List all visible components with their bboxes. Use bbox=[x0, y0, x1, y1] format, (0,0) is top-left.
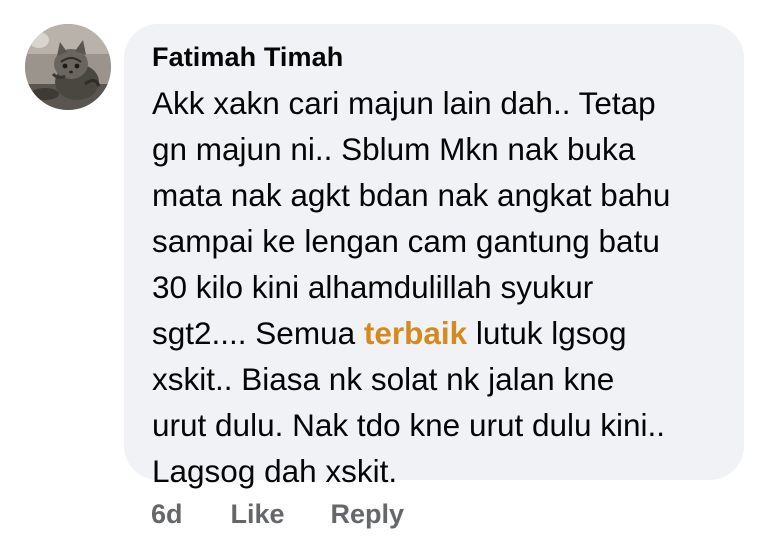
comment-line: Lagsog dah xskit. bbox=[152, 448, 724, 494]
like-button[interactable]: Like bbox=[231, 499, 285, 530]
comment: Fatimah Timah Akk xakn cari majun lain d… bbox=[0, 0, 768, 542]
comment-text-segment: 30 kilo kini alhamdulillah syukur bbox=[152, 269, 594, 305]
comment-text-segment: mata nak agkt bdan nak angkat bahu bbox=[152, 177, 671, 213]
comment-text-segment: urut dulu. Nak tdo kne urut dulu kini.. bbox=[152, 407, 666, 443]
comment-text-segment: Lagsog dah xskit. bbox=[152, 453, 398, 489]
highlighted-word[interactable]: terbaik bbox=[364, 315, 467, 351]
comment-text-segment: lutuk lgsog bbox=[467, 315, 627, 351]
comment-text-segment: gn majun ni.. Sblum Mkn nak buka bbox=[152, 131, 636, 167]
comment-line: mata nak agkt bdan nak angkat bahu bbox=[152, 172, 724, 218]
kitten-avatar-icon bbox=[25, 24, 111, 110]
comment-line: urut dulu. Nak tdo kne urut dulu kini.. bbox=[152, 402, 724, 448]
reply-button[interactable]: Reply bbox=[331, 499, 405, 530]
comment-text-segment: xskit.. Biasa nk solat nk jalan kne bbox=[152, 361, 615, 397]
comment-text: Akk xakn cari majun lain dah.. Tetap gn … bbox=[152, 80, 724, 494]
comment-bubble: Fatimah Timah Akk xakn cari majun lain d… bbox=[124, 24, 744, 489]
comment-actions: 6d Like Reply bbox=[151, 494, 404, 534]
comment-line: xskit.. Biasa nk solat nk jalan kne bbox=[152, 356, 724, 402]
comment-timestamp[interactable]: 6d bbox=[151, 499, 183, 530]
comment-author[interactable]: Fatimah Timah bbox=[152, 40, 724, 74]
comment-text-segment: Akk xakn cari majun lain dah.. Tetap bbox=[152, 85, 656, 121]
comment-line: sgt2.... Semua terbaik lutuk lgsog bbox=[152, 310, 724, 356]
comment-line: sampai ke lengan cam gantung batu bbox=[152, 218, 724, 264]
comment-text-segment: sampai ke lengan cam gantung batu bbox=[152, 223, 660, 259]
comment-text-segment: sgt2.... Semua bbox=[152, 315, 364, 351]
comment-line: gn majun ni.. Sblum Mkn nak buka bbox=[152, 126, 724, 172]
avatar[interactable] bbox=[25, 24, 111, 110]
comment-line: 30 kilo kini alhamdulillah syukur bbox=[152, 264, 724, 310]
comment-line: Akk xakn cari majun lain dah.. Tetap bbox=[152, 80, 724, 126]
